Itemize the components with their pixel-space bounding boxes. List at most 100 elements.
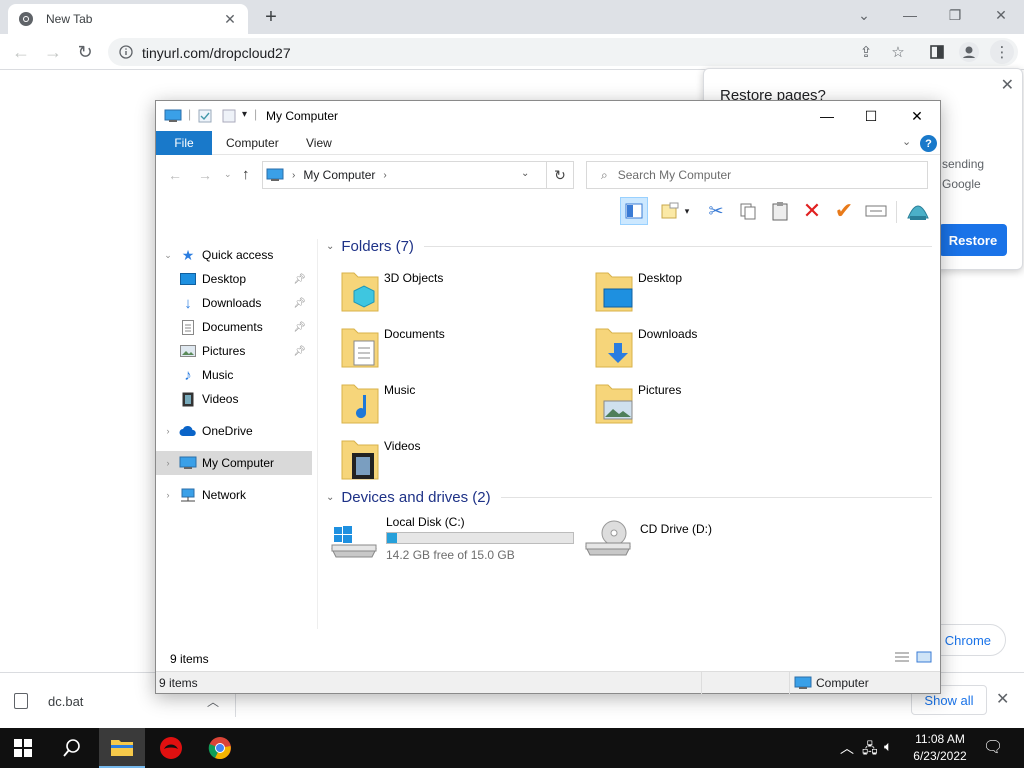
chrome-taskbar-button[interactable] bbox=[197, 728, 243, 768]
folder-music[interactable]: Music bbox=[326, 377, 566, 427]
search-icon bbox=[63, 739, 80, 757]
restore-popup-close-icon[interactable]: ✕ bbox=[1001, 75, 1014, 95]
recent-locations-icon[interactable]: ⌄ bbox=[224, 169, 232, 180]
new-item-dropdown-icon[interactable]: ▾ bbox=[680, 197, 694, 225]
menu-kebab-icon[interactable]: ⋮ bbox=[990, 40, 1014, 64]
address-field[interactable]: › My Computer › ⌄ bbox=[262, 161, 574, 189]
explorer-close-button[interactable]: ✕ bbox=[894, 105, 940, 127]
chevron-right-icon[interactable]: › bbox=[162, 458, 174, 468]
app-taskbar-button[interactable] bbox=[148, 728, 194, 768]
new-tab-button[interactable]: + bbox=[260, 6, 282, 28]
start-button[interactable] bbox=[0, 728, 46, 768]
system-clock[interactable]: 11:08 AM 6/23/2022 bbox=[905, 731, 975, 765]
pin-icon[interactable]: 📌︎ bbox=[293, 274, 306, 285]
nav-item-music[interactable]: ♪ Music bbox=[156, 363, 312, 387]
new-folder-icon[interactable] bbox=[222, 109, 236, 123]
network-status-icon[interactable]: 🖧︎ bbox=[862, 738, 878, 762]
folder-desktop[interactable]: Desktop bbox=[580, 265, 820, 315]
nav-item-pictures[interactable]: Pictures 📌︎ bbox=[156, 339, 312, 363]
tab-title: New Tab bbox=[46, 12, 93, 26]
large-icons-view-icon[interactable] bbox=[916, 651, 932, 663]
nav-item-downloads[interactable]: ↓ Downloads 📌︎ bbox=[156, 291, 312, 315]
pin-icon[interactable]: 📌︎ bbox=[293, 298, 306, 309]
tab-search-icon[interactable]: ⌄ bbox=[850, 4, 878, 26]
up-arrow-icon[interactable]: ↑ bbox=[242, 166, 250, 183]
folder-documents[interactable]: Documents bbox=[326, 321, 566, 371]
nav-quick-access[interactable]: ⌄ ★ Quick access bbox=[156, 243, 312, 267]
properties-check-icon[interactable]: ✔ bbox=[830, 197, 858, 225]
forward-button[interactable]: → bbox=[42, 41, 64, 63]
customize-toolbar-icon[interactable]: ▾ bbox=[242, 109, 247, 120]
devices-group-header[interactable]: ⌄ Devices and drives (2) bbox=[322, 486, 932, 508]
back-button[interactable]: ← bbox=[10, 41, 32, 63]
nav-network[interactable]: › Network bbox=[156, 483, 312, 507]
address-dropdown-icon[interactable]: ⌄ bbox=[521, 168, 529, 179]
folder-pictures[interactable]: Pictures bbox=[580, 377, 820, 427]
explorer-title-bar: | ▾ | My Computer — ☐ ✕ bbox=[156, 101, 940, 131]
volume-icon[interactable]: 🔈︎ bbox=[884, 738, 892, 755]
minimize-button[interactable]: — bbox=[896, 4, 924, 26]
tab-file[interactable]: File bbox=[156, 131, 212, 155]
search-box[interactable]: ⌕ Search My Computer bbox=[586, 161, 928, 189]
refresh-button[interactable]: ↻ bbox=[546, 161, 574, 189]
explorer-back-icon[interactable]: ← bbox=[168, 167, 182, 183]
nav-item-desktop[interactable]: Desktop 📌︎ bbox=[156, 267, 312, 291]
tab-view[interactable]: View bbox=[306, 131, 332, 155]
explorer-forward-icon[interactable]: → bbox=[198, 167, 212, 183]
properties-icon[interactable] bbox=[198, 109, 212, 123]
folder-downloads[interactable]: Downloads bbox=[580, 321, 820, 371]
folder-videos[interactable]: Videos bbox=[326, 433, 566, 483]
nav-my-computer[interactable]: › My Computer bbox=[156, 451, 312, 475]
chevron-right-icon[interactable]: › bbox=[162, 490, 174, 500]
drive-name: CD Drive (D:) bbox=[640, 522, 712, 536]
paste-icon[interactable] bbox=[766, 197, 794, 225]
file-explorer-taskbar-button[interactable] bbox=[99, 728, 145, 768]
folder-3d-objects[interactable]: 3D Objects bbox=[326, 265, 566, 315]
chevron-down-icon[interactable]: ⌄ bbox=[326, 492, 334, 503]
breadcrumb-separator-icon[interactable]: › bbox=[383, 170, 386, 181]
chevron-up-icon[interactable]: ︿ bbox=[207, 693, 219, 710]
cut-icon[interactable]: ✂ bbox=[702, 197, 730, 225]
breadcrumb-my-computer[interactable]: My Computer bbox=[303, 168, 375, 182]
explorer-minimize-button[interactable]: — bbox=[804, 105, 850, 127]
share-icon[interactable]: ⇪ bbox=[856, 42, 876, 62]
shell-icon[interactable] bbox=[904, 197, 932, 225]
nav-item-videos[interactable]: Videos bbox=[156, 387, 312, 411]
chevron-up-icon[interactable]: ︿ bbox=[840, 738, 854, 758]
pin-icon[interactable]: 📌︎ bbox=[293, 322, 306, 333]
folders-group-header[interactable]: ⌄ Folders (7) bbox=[322, 235, 932, 257]
copy-icon[interactable] bbox=[734, 197, 762, 225]
details-view-icon[interactable] bbox=[894, 651, 910, 663]
bookmark-star-icon[interactable]: ☆ bbox=[888, 42, 908, 62]
info-icon[interactable] bbox=[119, 45, 133, 59]
profile-avatar-icon[interactable] bbox=[959, 42, 979, 62]
search-button[interactable] bbox=[49, 728, 95, 768]
tab-computer[interactable]: Computer bbox=[226, 131, 279, 155]
ribbon-expand-icon[interactable]: ⌄ bbox=[902, 135, 911, 148]
tab-new-tab[interactable]: New Tab ✕ bbox=[8, 4, 248, 34]
drive-local-disk-c[interactable]: Local Disk (C:) 14.2 GB free of 15.0 GB bbox=[328, 515, 578, 571]
download-bar-close-icon[interactable]: ✕ bbox=[996, 689, 1009, 709]
nav-onedrive[interactable]: › OneDrive bbox=[156, 419, 312, 443]
reload-button[interactable]: ↻ bbox=[74, 41, 96, 63]
tab-close-icon[interactable]: ✕ bbox=[222, 11, 238, 28]
restore-window-button[interactable]: ❐ bbox=[941, 4, 969, 26]
nav-item-documents[interactable]: Documents 📌︎ bbox=[156, 315, 312, 339]
chevron-right-icon[interactable]: › bbox=[162, 426, 174, 436]
file-explorer-window: | ▾ | My Computer — ☐ ✕ File Computer Vi… bbox=[155, 100, 941, 694]
pin-icon[interactable]: 📌︎ bbox=[293, 346, 306, 357]
drive-cd-d[interactable]: CD Drive (D:) bbox=[582, 515, 832, 571]
explorer-maximize-button[interactable]: ☐ bbox=[848, 105, 894, 127]
notifications-icon[interactable]: 🗨︎ bbox=[983, 737, 1003, 757]
chevron-down-icon[interactable]: ⌄ bbox=[326, 241, 334, 252]
restore-button[interactable]: Restore bbox=[939, 224, 1007, 256]
content-pane: ⌄ Folders (7) 3D Objects Desktop Documen… bbox=[320, 235, 940, 635]
address-bar[interactable]: tinyurl.com/dropcloud27 bbox=[108, 38, 1018, 66]
delete-icon[interactable]: ✕ bbox=[798, 197, 826, 225]
chevron-down-icon[interactable]: ⌄ bbox=[162, 250, 174, 261]
rename-icon[interactable] bbox=[862, 197, 890, 225]
side-panel-icon[interactable] bbox=[927, 42, 947, 62]
close-window-button[interactable]: ✕ bbox=[987, 4, 1015, 26]
preview-pane-icon[interactable] bbox=[620, 197, 648, 225]
help-icon[interactable]: ? bbox=[920, 135, 937, 152]
